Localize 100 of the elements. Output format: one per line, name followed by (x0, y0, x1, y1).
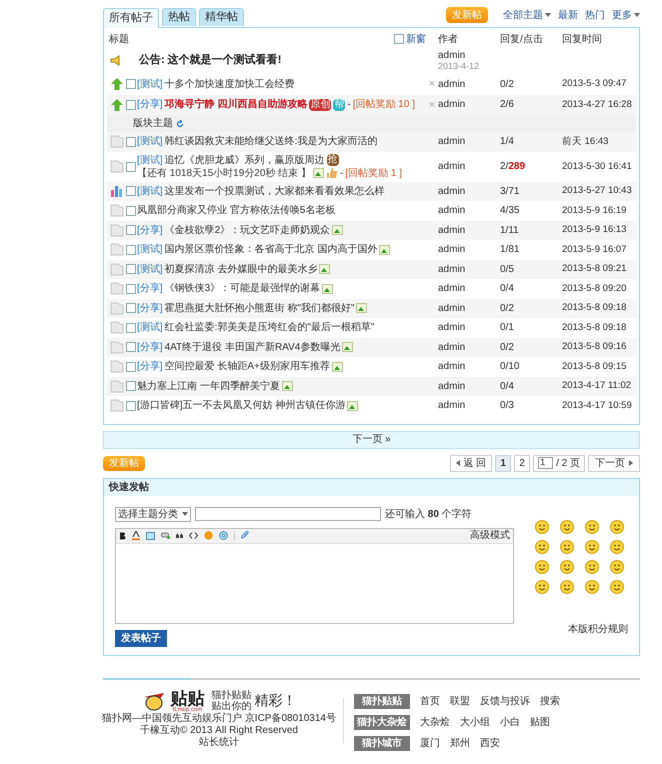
next-page-bar[interactable]: 下一页 » (103, 430, 640, 448)
footer-link[interactable]: 大杂烩 (420, 714, 450, 730)
smiley-icon[interactable] (535, 520, 549, 534)
author-name[interactable]: admin (438, 300, 500, 316)
smiley-icon[interactable] (585, 540, 599, 554)
page-button[interactable]: 1 (495, 454, 512, 472)
smiley-icon[interactable] (535, 540, 549, 554)
page-input[interactable]: 1 (538, 457, 554, 469)
topic-title[interactable]: [游口皆碑]五一不去凤凰又何妨 神州古镇任你游 (137, 399, 346, 412)
topic-title[interactable]: 初夏探清凉 去外媒眼中的最美水乡 (164, 262, 318, 276)
announcement-title[interactable]: 公告: 这个就是一个测试看看! (139, 52, 438, 69)
checkbox[interactable] (126, 342, 136, 352)
category-tag[interactable]: [分享] (137, 98, 163, 112)
checkbox[interactable] (126, 284, 136, 294)
smiley-icon[interactable] (585, 520, 599, 534)
footer-link[interactable]: 反馈与投诉 (480, 694, 530, 708)
author-name[interactable]: admin (438, 97, 500, 112)
category-tag[interactable]: [测试] (137, 243, 163, 256)
topic-title[interactable]: 魅力塞上江南 一年四季醉美宁夏 (137, 380, 280, 393)
checkbox[interactable] (126, 381, 136, 392)
smiley-icon[interactable] (585, 580, 599, 594)
smiley-icon[interactable] (535, 560, 549, 574)
smiley-icon[interactable] (560, 540, 574, 554)
topic-title[interactable]: 韩红谈因救灾未能给继父送终:我是为大家而活的 (164, 135, 378, 148)
author-name[interactable]: admin (438, 398, 500, 414)
topic-title[interactable]: 这里发布一个投票测试，大家都来看看效果怎么样 (164, 184, 385, 198)
editor[interactable]: 高级模式 (115, 528, 514, 624)
topic-title[interactable]: 4AT终于退役 丰田国产新RAV4参数曝光 (164, 340, 340, 354)
sort-link[interactable]: 最新 (558, 8, 578, 22)
tab[interactable]: 所有帖子 (103, 8, 159, 28)
category-tag[interactable]: [分享] (137, 360, 163, 374)
checkbox[interactable] (126, 225, 136, 236)
author-name[interactable]: admin (438, 242, 500, 258)
checkbox[interactable] (126, 264, 136, 274)
footer-text[interactable]: 站长统计 (199, 736, 239, 748)
smiley-icon[interactable] (535, 580, 549, 594)
bold-icon[interactable] (119, 532, 126, 540)
footer-link[interactable]: 小白 (500, 714, 520, 730)
category-tag[interactable]: [分享] (137, 302, 163, 315)
footer-link[interactable]: 大小组 (460, 714, 490, 730)
subject-input[interactable] (195, 507, 381, 521)
checkbox[interactable] (126, 100, 136, 110)
checkbox[interactable] (126, 206, 136, 216)
category-tag[interactable]: [分享] (137, 224, 163, 237)
smiley-icon[interactable] (610, 540, 624, 554)
checkbox[interactable] (394, 34, 404, 44)
smiley-icon[interactable] (610, 560, 624, 574)
topic-title[interactable]: 空间控最爱 长轴距A+级别家用车推荐 (164, 360, 330, 374)
tab[interactable]: 热帖 (162, 8, 196, 26)
topic-title[interactable]: 国内景区票价怪象：各省高于北京 国内高于国外 (164, 243, 378, 256)
category-select[interactable]: 选择主题分类 (115, 506, 191, 522)
next-page-button[interactable]: 下一页 (588, 454, 640, 472)
author-name[interactable]: admin (438, 76, 500, 92)
topic-title[interactable]: 红会社监委:郭美美是压垮红会的"最后一根稻草" (164, 321, 374, 334)
footer-link[interactable]: 郑州 (450, 736, 470, 750)
submit-post-button[interactable]: 发表帖子 (115, 630, 167, 646)
quote-icon[interactable] (176, 533, 183, 538)
author-name[interactable]: admin (438, 203, 500, 218)
checkbox[interactable] (126, 136, 136, 147)
footer-link[interactable]: 贴图 (530, 714, 550, 730)
category-tag[interactable]: [测试] (137, 154, 163, 166)
category-tag[interactable]: [分享] (137, 282, 163, 296)
author-name[interactable]: admin (438, 184, 500, 199)
category-tag[interactable]: [测试] (137, 262, 163, 276)
footer-link[interactable]: 联盟 (450, 694, 470, 708)
smiley-icon[interactable] (560, 580, 574, 594)
topic-title[interactable]: 凤凰部分商家又停业 官方称依法传唤5名老板 (137, 204, 336, 218)
checkbox[interactable] (126, 400, 136, 411)
code-icon[interactable] (189, 532, 198, 539)
author-name[interactable]: admin (438, 281, 500, 296)
category-tag[interactable]: [测试] (137, 78, 163, 91)
tab[interactable]: 精华帖 (199, 8, 244, 26)
smiley-icon[interactable] (560, 560, 574, 574)
topic-title[interactable]: 《金枝欲孽2》：玩文艺吓走师奶观众 (164, 224, 330, 237)
paperclip-icon[interactable] (241, 531, 249, 540)
author-name[interactable]: admin (438, 378, 500, 394)
checkbox[interactable] (126, 186, 136, 196)
footer-link[interactable]: 厦门 (420, 736, 440, 750)
author-name[interactable]: admin (438, 159, 500, 174)
back-button[interactable]: 返 回 (450, 454, 492, 472)
smiley-icon[interactable] (610, 520, 624, 534)
smiley-icon[interactable] (560, 520, 574, 534)
author-name[interactable]: admin (438, 262, 500, 277)
checkbox[interactable] (126, 362, 136, 372)
footer-link[interactable]: 西安 (480, 736, 500, 750)
more-dropdown[interactable]: 更多 (612, 8, 640, 22)
author-name[interactable]: admin (438, 340, 500, 355)
checkbox[interactable] (126, 322, 136, 333)
checkbox[interactable] (126, 79, 136, 90)
page-button[interactable]: 2 (514, 454, 530, 472)
author-name[interactable]: admin (438, 222, 500, 238)
topic-title[interactable]: 霍思燕挺大肚怀抱小熊逛街 称"我们都很好" (164, 302, 354, 315)
topic-title[interactable]: 邛海寻宁静 四川西昌自助游攻略 (164, 98, 308, 112)
font-color-icon[interactable] (132, 531, 140, 540)
footer-link[interactable]: 搜索 (540, 694, 560, 708)
topic-title[interactable]: 《钢铁侠3》：可能是最强悍的谢幕 (164, 282, 320, 296)
image-icon[interactable] (146, 532, 155, 540)
checkbox[interactable] (126, 162, 136, 172)
topic-title[interactable]: 追忆《虎胆龙威》系列，赢原版周边 (164, 154, 325, 166)
author-name[interactable]: admin (438, 359, 500, 374)
